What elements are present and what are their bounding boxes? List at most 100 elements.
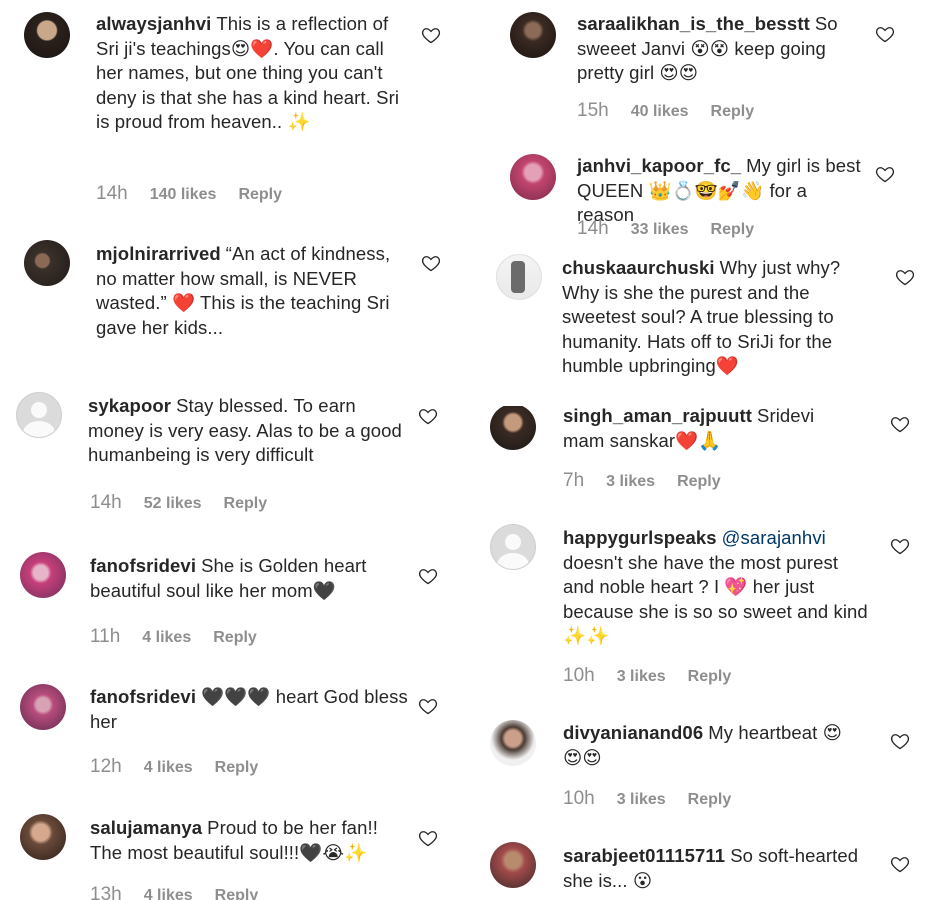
comment-panel: fanofsridevi She is Golden heart beautifu…	[0, 540, 472, 670]
comment-username[interactable]: alwaysjanhvi	[96, 13, 211, 34]
comment-panel: fanofsridevi 🖤🖤🖤 heart God bless her 12h 4…	[0, 670, 472, 800]
reply-button[interactable]: Reply	[677, 473, 721, 490]
comment-time[interactable]: 10h	[563, 788, 595, 809]
comment-meta: 10h 3 likes Reply	[563, 665, 731, 687]
comment-meta: 7h 3 likes Reply	[563, 470, 721, 492]
comment-username[interactable]: fanofsridevi	[90, 555, 196, 576]
user-avatar[interactable]	[490, 720, 536, 766]
comment-username[interactable]: janhvi_kapoor_fc_	[577, 155, 741, 176]
comment-time[interactable]: 10h	[563, 665, 595, 686]
user-avatar[interactable]	[490, 406, 536, 450]
comment-time[interactable]: 14h	[90, 492, 122, 513]
comment-likes[interactable]: 4 likes	[142, 629, 191, 646]
reply-button[interactable]: Reply	[688, 791, 732, 808]
comment-meta: 10h 3 likes Reply	[563, 788, 731, 810]
comment-username[interactable]: happygurlspeaks	[563, 527, 717, 548]
comment-time[interactable]: 13h	[90, 884, 122, 900]
comment-time[interactable]: 11h	[90, 626, 120, 647]
heart-outline-icon[interactable]	[895, 267, 915, 287]
comment-panel: happygurlspeaks @sarajanhvi doesn't she h…	[478, 524, 942, 714]
comment-username[interactable]: sykapoor	[88, 395, 171, 416]
comment-likes[interactable]: 52 likes	[144, 495, 202, 512]
user-avatar[interactable]	[496, 254, 542, 300]
comment-text: fanofsridevi She is Golden heart beautifu…	[90, 554, 410, 603]
reply-button[interactable]: Reply	[688, 668, 732, 685]
default-avatar-icon[interactable]	[16, 392, 62, 438]
comment-meta: 14h 140 likes Reply	[96, 183, 282, 205]
comment-panel: salujamanya Proud to be her fan!! The mos…	[0, 800, 472, 900]
comment-meta: 12h 4 likes Reply	[90, 756, 258, 778]
reply-button[interactable]: Reply	[238, 186, 282, 203]
user-avatar[interactable]	[20, 814, 66, 860]
user-avatar[interactable]	[510, 12, 556, 58]
heart-outline-icon[interactable]	[418, 696, 438, 716]
heart-outline-icon[interactable]	[418, 828, 438, 848]
heart-outline-icon[interactable]	[890, 414, 910, 434]
heart-outline-icon[interactable]	[421, 25, 441, 45]
user-avatar[interactable]	[510, 154, 556, 200]
comment-meta: 14h 52 likes Reply	[90, 492, 267, 514]
comment-text: divyanianand06 My heartbeat 😍 😍😍	[563, 721, 863, 770]
heart-outline-icon[interactable]	[421, 253, 441, 273]
comment-text: sykapoor Stay blessed. To earn money is v…	[88, 394, 408, 468]
comment-username[interactable]: salujamanya	[90, 817, 202, 838]
reply-button[interactable]: Reply	[213, 629, 257, 646]
comment-username[interactable]: sarabjeet01115711	[563, 845, 725, 866]
user-avatar[interactable]	[20, 684, 66, 730]
comment-panel: sykapoor Stay blessed. To earn money is v…	[0, 360, 472, 540]
comment-likes[interactable]: 4 likes	[144, 887, 193, 900]
comment-panel: alwaysjanhvi This is a reflection of Sri …	[0, 0, 470, 230]
user-avatar[interactable]	[20, 552, 66, 598]
user-avatar[interactable]	[24, 12, 70, 58]
comment-username[interactable]: divyanianand06	[563, 722, 703, 743]
reply-button[interactable]: Reply	[215, 887, 259, 900]
comment-text: janhvi_kapoor_fc_ My girl is best QUEEN 👑…	[577, 154, 867, 228]
heart-outline-icon[interactable]	[890, 536, 910, 556]
comment-username[interactable]: fanofsridevi	[90, 686, 196, 707]
comment-text: fanofsridevi 🖤🖤🖤 heart God bless her	[90, 685, 410, 734]
comment-username[interactable]: singh_aman_rajpuutt	[563, 406, 752, 426]
comment-text: sarabjeet01115711 So soft-hearted she is.…	[563, 844, 873, 893]
heart-outline-icon[interactable]	[418, 406, 438, 426]
comment-likes[interactable]: 3 likes	[606, 473, 655, 490]
comment-username[interactable]: saraalikhan_is_the_besstt	[577, 13, 810, 34]
comment-body: doesn't she have the most purest and nob…	[563, 551, 868, 647]
heart-outline-icon[interactable]	[418, 566, 438, 586]
comment-panel: sarabjeet01115711 So soft-hearted she is.…	[478, 828, 942, 900]
comment-time[interactable]: 14h	[577, 218, 609, 239]
comment-likes[interactable]: 3 likes	[617, 668, 666, 685]
comment-meta: 15h 40 likes Reply	[577, 100, 754, 122]
comment-time[interactable]: 7h	[563, 470, 584, 491]
heart-outline-icon[interactable]	[875, 164, 895, 184]
heart-outline-icon[interactable]	[875, 24, 895, 44]
mention-link[interactable]: @sarajanhvi	[722, 527, 826, 548]
comment-text: alwaysjanhvi This is a reflection of Sri …	[96, 12, 408, 135]
comment-likes[interactable]: 3 likes	[617, 791, 666, 808]
comment-likes[interactable]: 40 likes	[631, 103, 689, 120]
default-avatar-icon[interactable]	[490, 524, 536, 570]
user-avatar[interactable]	[490, 842, 536, 888]
user-avatar[interactable]	[24, 240, 70, 286]
comment-time[interactable]: 15h	[577, 100, 609, 121]
reply-button[interactable]: Reply	[711, 221, 755, 238]
comment-panel: divyanianand06 My heartbeat 😍 😍😍 10h 3 lik…	[478, 714, 942, 828]
heart-outline-icon[interactable]	[890, 854, 910, 874]
comment-text: singh_aman_rajpuutt Sridevi mam sanskar❤️…	[563, 406, 843, 453]
reply-button[interactable]: Reply	[711, 103, 755, 120]
comment-likes[interactable]: 140 likes	[150, 186, 217, 203]
reply-button[interactable]: Reply	[224, 495, 268, 512]
heart-outline-icon[interactable]	[890, 731, 910, 751]
comment-time[interactable]: 14h	[96, 183, 128, 204]
comment-time[interactable]: 12h	[90, 756, 122, 777]
reply-button[interactable]: Reply	[215, 759, 259, 776]
comment-username[interactable]: mjolnirarrived	[96, 243, 221, 264]
comment-text: mjolnirarrived “An act of kindness, no ma…	[96, 242, 406, 340]
comment-text: saraalikhan_is_the_besstt So sweeet Janvi…	[577, 12, 867, 86]
comment-panel: singh_aman_rajpuutt Sridevi mam sanskar❤️…	[478, 406, 942, 524]
comment-likes[interactable]: 4 likes	[144, 759, 193, 776]
comment-username[interactable]: chuskaaurchuski	[562, 257, 715, 278]
comment-text: chuskaaurchuski Why just why? Why is she …	[562, 256, 872, 379]
comment-likes[interactable]: 33 likes	[631, 221, 689, 238]
comment-text: happygurlspeaks @sarajanhvi doesn't she h…	[563, 526, 873, 649]
comment-meta: 14h 33 likes Reply	[577, 218, 754, 240]
